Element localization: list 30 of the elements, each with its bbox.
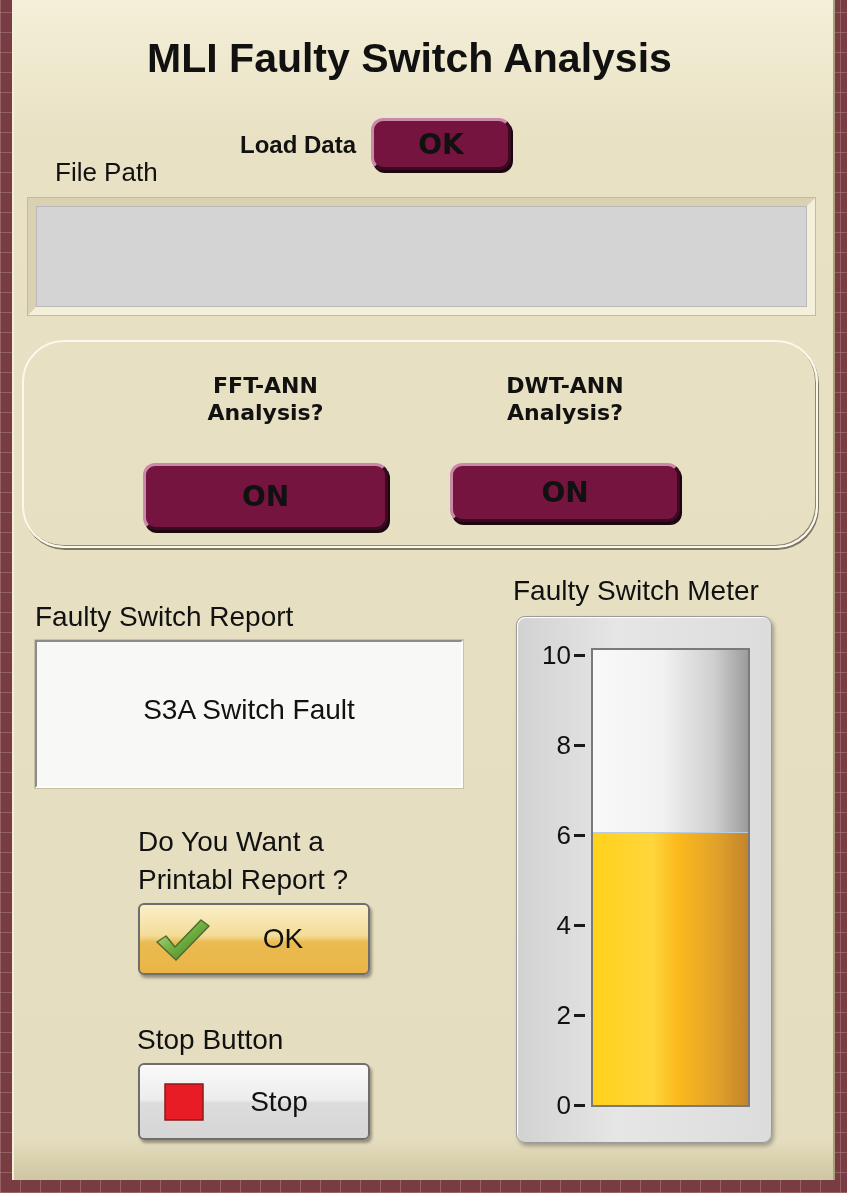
printable-report-question: Do You Want a Printabl Report ? bbox=[138, 825, 349, 897]
scale-tick bbox=[574, 1013, 585, 1017]
printable-report-ok-button[interactable]: OK bbox=[138, 903, 370, 975]
scale-label: 8 bbox=[556, 733, 571, 757]
load-data-button[interactable]: OK bbox=[371, 118, 511, 170]
analysis-toggle-button[interactable]: ON bbox=[450, 463, 680, 522]
scale-label: 10 bbox=[542, 643, 571, 667]
scale-tick bbox=[574, 653, 585, 657]
report-display: S3A Switch Fault bbox=[35, 640, 463, 788]
stop-button-label: Stop Button bbox=[137, 1025, 284, 1055]
scale-label: 2 bbox=[556, 1003, 571, 1027]
scale-tick bbox=[574, 923, 585, 927]
scale-tick bbox=[574, 1103, 585, 1107]
file-path-label: File Path bbox=[55, 158, 159, 186]
analysis-label: DWT-ANN Analysis? bbox=[506, 372, 624, 426]
meter-label: Faulty Switch Meter bbox=[513, 576, 759, 606]
scale-label: 0 bbox=[556, 1093, 571, 1117]
scale-tick bbox=[574, 743, 585, 747]
report-label: Faulty Switch Report bbox=[35, 602, 294, 632]
scale-label: 6 bbox=[556, 823, 571, 847]
stop-button[interactable]: Stop bbox=[138, 1063, 370, 1140]
scale-tick bbox=[574, 833, 585, 837]
window-title: MLI Faulty Switch Analysis bbox=[147, 34, 672, 82]
file-path-field[interactable] bbox=[28, 198, 815, 315]
load-data-label: Load Data bbox=[240, 131, 356, 159]
scale-label: 4 bbox=[556, 913, 571, 937]
analysis-toggle-button[interactable]: ON bbox=[143, 463, 388, 530]
stop-square-icon bbox=[164, 1082, 204, 1121]
checkmark-icon bbox=[154, 916, 212, 962]
analysis-label: FFT-ANN Analysis? bbox=[207, 372, 324, 426]
